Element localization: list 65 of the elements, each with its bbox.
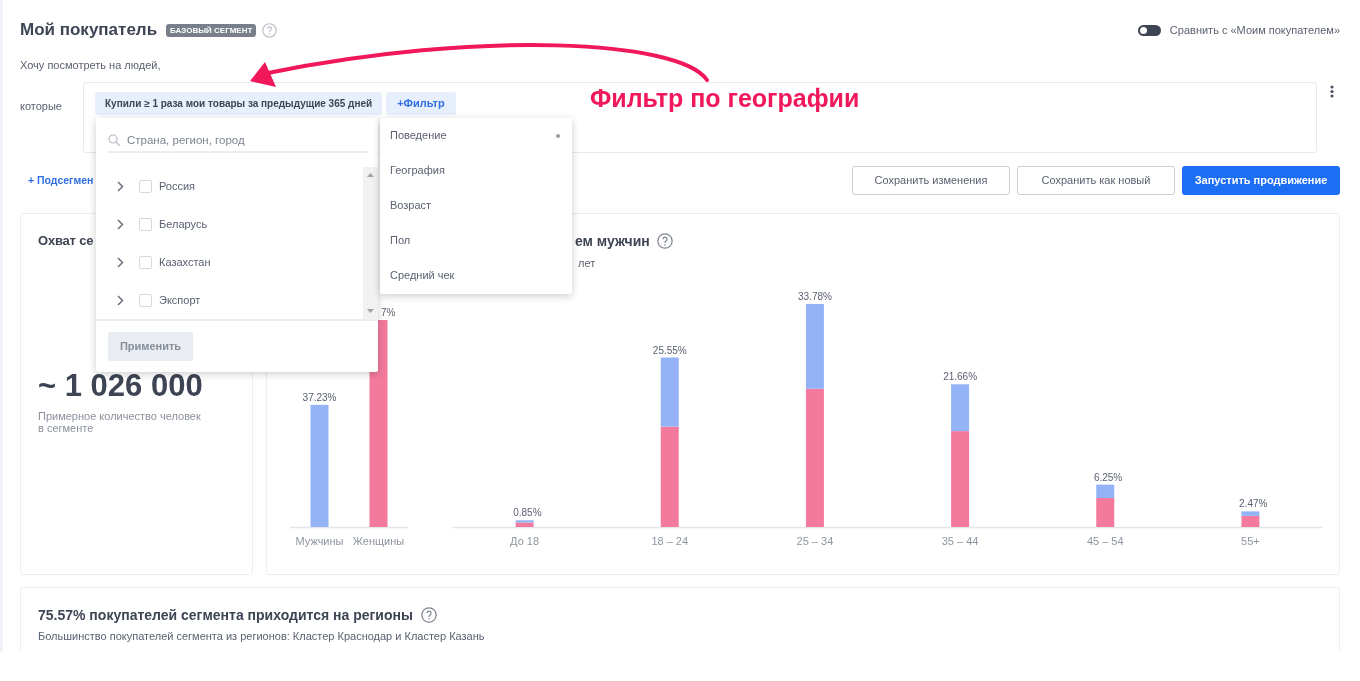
value-label: 37.23% [302, 391, 337, 403]
axis-label: 18 – 24 [651, 535, 689, 547]
location-item[interactable]: Казахстан [96, 243, 363, 281]
value-label: 25.55% [652, 344, 687, 356]
toggle-switch[interactable] [1137, 24, 1161, 36]
reach-value: ~ 1 026 000 [38, 368, 203, 404]
axis-label: 55+ [1241, 535, 1260, 547]
search-icon [108, 133, 120, 146]
card-title: 75.57% покупателей сегмента приходится на регионы [38, 606, 413, 625]
intro-text: Хочу посмотреть на людей, [20, 58, 161, 72]
add-subsegment-link[interactable]: + Подсегмен [28, 172, 94, 189]
card-subtitle: Большинство покупателей сегмента из регионов: Кластер Краснодар и Кластер Казань [38, 629, 485, 643]
annotation-text: Фильтр по географии [590, 83, 860, 113]
menu-item[interactable]: Поведение [380, 118, 572, 153]
value-label: 6.25% [1093, 471, 1123, 483]
menu-item[interactable]: Средний чек [380, 258, 572, 293]
menu-item[interactable]: Возраст [380, 188, 572, 223]
location-label: Казахстан [159, 254, 211, 270]
chevron-right-icon[interactable] [117, 256, 124, 268]
card-title: ем мужчин [575, 232, 650, 251]
filter-chip[interactable]: Купили ≥ 1 раза мои товары за предыдущие 365 дней [95, 92, 383, 115]
checkbox[interactable] [139, 217, 152, 231]
card-subtitle: лет [578, 256, 596, 271]
more-icon[interactable] [1330, 85, 1334, 98]
axis-label: 35 – 44 [941, 535, 979, 547]
location-label: Россия [159, 178, 196, 194]
help-icon[interactable] [420, 607, 437, 623]
add-filter-button[interactable]: +Фильтр [386, 92, 456, 115]
chevron-right-icon[interactable] [117, 294, 124, 306]
value-label: 21.66% [943, 371, 978, 383]
location-label: Экспорт [159, 292, 201, 308]
checkbox[interactable] [139, 255, 152, 269]
page-title: Мой покупатель [20, 19, 158, 41]
secondary-button[interactable]: Сохранить изменения [852, 166, 1010, 195]
scroll-down-icon[interactable] [367, 309, 374, 313]
axis-label: Мужчины [295, 535, 344, 547]
location-label: Беларусь [159, 216, 208, 232]
checkbox[interactable] [139, 179, 152, 193]
location-item[interactable]: Экспорт [96, 281, 363, 319]
segment-badge: БАЗОВЫЙ СЕГМЕНТ [166, 23, 257, 37]
menu-item[interactable]: Пол [380, 223, 572, 258]
axis-label: 25 – 34 [796, 535, 834, 547]
axis-label: Женщины [352, 535, 405, 547]
value-label: 0.85% [513, 507, 542, 519]
scrollbar[interactable] [363, 167, 378, 319]
card-title: Охват се [38, 232, 94, 250]
value-label: 2.47% [1239, 498, 1268, 510]
reach-caption: Примерное количество человек в сегменте [38, 410, 202, 434]
filter-label: которые [20, 99, 63, 114]
toggle-label: Сравнить с «Моим покупателем» [1169, 22, 1340, 38]
chevron-right-icon[interactable] [117, 180, 124, 192]
search-field[interactable]: Страна, регион, город [127, 129, 368, 150]
location-item[interactable]: Беларусь [96, 205, 363, 243]
value-label: 7% [381, 307, 396, 318]
value-label: 33.78% [798, 291, 832, 302]
axis-label: 45 – 54 [1086, 535, 1124, 547]
secondary-button[interactable]: Сохранить как новый [1017, 166, 1175, 195]
menu-item[interactable]: География [380, 153, 572, 188]
axis-label: До 18 [510, 535, 540, 547]
primary-button[interactable]: Запустить продвижение [1182, 166, 1340, 195]
help-icon[interactable] [656, 233, 673, 249]
scroll-up-icon[interactable] [367, 173, 374, 177]
checkbox[interactable] [139, 293, 152, 307]
chevron-right-icon[interactable] [117, 218, 124, 230]
location-item[interactable]: Россия [96, 167, 363, 205]
